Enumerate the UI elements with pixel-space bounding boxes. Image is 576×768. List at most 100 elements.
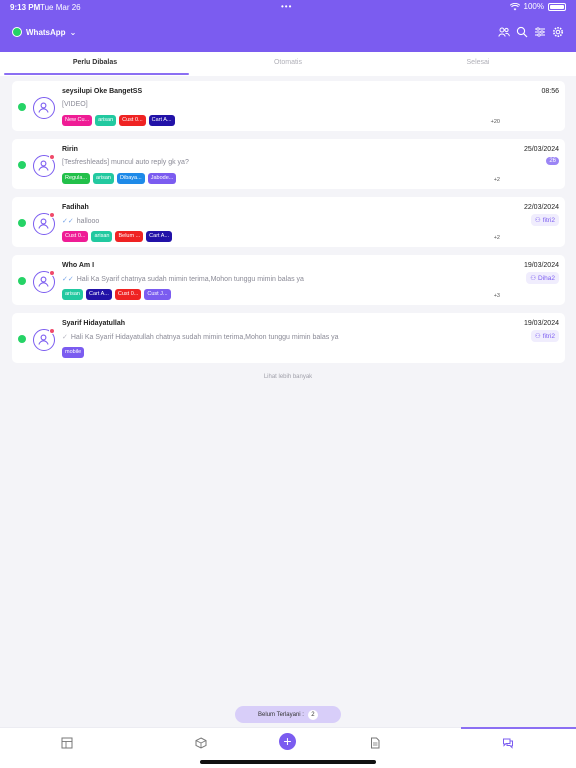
whatsapp-icon [18, 103, 26, 111]
message-time: 19/03/2024 [523, 320, 559, 327]
unread-count-badge: 26 [546, 157, 559, 165]
battery-text: 100% [523, 2, 544, 11]
multitask-dots[interactable]: ••• [281, 2, 292, 11]
wifi-icon [509, 2, 520, 10]
load-more-link[interactable]: Lihat lebih banyak [0, 374, 576, 380]
chat-card[interactable]: Syarif Hidayatullah ✓ Hali Ka Syarif Hida… [12, 313, 565, 363]
tag: Jabode... [147, 173, 177, 184]
message-time: 22/03/2024 [523, 204, 559, 211]
message-preview: [Tesfreshleads] muncul auto reply gk ya? [62, 159, 189, 166]
whatsapp-icon [12, 27, 22, 37]
user-icon [38, 276, 49, 287]
notification-dot [49, 154, 55, 160]
tag: arisan [95, 115, 117, 126]
status-right: 100% [509, 2, 566, 11]
more-tags-count: +2 [493, 177, 500, 183]
agent-icon: ⚇ [534, 333, 541, 340]
tag: Cust 0... [119, 115, 146, 126]
whatsapp-icon [18, 335, 26, 343]
whatsapp-icon [18, 219, 26, 227]
preview-text: Hali Ka Syarif Hidayatullah chatnya suda… [70, 333, 339, 341]
document-icon[interactable] [369, 737, 381, 749]
status-date: Tue Mar 26 [40, 3, 81, 12]
chat-card[interactable]: Who Am I ✓✓ Hali Ka Syarif chatnya sudah … [12, 255, 565, 305]
tag-list: Regula... arisan Dibaya... Jabode... [62, 173, 177, 184]
chat-card[interactable]: Ririn [Tesfreshleads] muncul auto reply … [12, 139, 565, 189]
tag: arisan [91, 231, 113, 242]
tag: arisan [62, 289, 83, 300]
tab-otomatis[interactable]: Otomatis [193, 59, 383, 66]
message-preview: ✓✓ Hali Ka Syarif chatnya sudah mimin ter… [62, 275, 304, 284]
preview-text: [VIDEO] [62, 101, 88, 108]
assigned-agent: ⚇ fitri2 [530, 330, 559, 342]
agent-icon: ⚇ [534, 217, 541, 224]
double-check-icon: ✓✓ [62, 218, 74, 225]
contact-name: seysilupi Oke BangetSS [62, 88, 143, 95]
tab-selesai[interactable]: Selesai [383, 59, 573, 66]
top-actions [498, 26, 564, 38]
check-icon: ✓ [62, 334, 68, 341]
plus-icon[interactable]: + [279, 733, 296, 750]
tab-perlu-dibalas[interactable]: Perlu Dibalas [0, 59, 190, 66]
tag: mobile [62, 347, 85, 358]
top-bar: 9:13 PM Tue Mar 26 ••• 100% WhatsApp ⌄ [0, 0, 576, 52]
tag: Cart A... [148, 115, 175, 126]
message-time: 25/03/2024 [523, 146, 559, 153]
tag-list: mobile [62, 347, 85, 358]
chat-card[interactable]: seysilupi Oke BangetSS [VIDEO] New Cu...… [12, 81, 565, 131]
filter-icon[interactable] [534, 26, 546, 38]
agent-name: Diha2 [538, 274, 555, 282]
agent-name: fitri2 [542, 216, 555, 224]
chat-card[interactable]: Fadihah ✓✓ hallooo Cust 0... arisan Belum… [12, 197, 565, 247]
message-preview: ✓ Hali Ka Syarif Hidayatullah chatnya sud… [62, 333, 339, 342]
contact-name: Syarif Hidayatullah [62, 320, 126, 327]
double-check-icon: ✓✓ [62, 276, 74, 283]
assigned-agent: ⚇ fitri2 [530, 214, 559, 226]
unserved-label: Belum Terlayani : [258, 711, 304, 718]
contact-name: Fadihah [62, 204, 89, 211]
status-time: 9:13 PM [10, 3, 41, 12]
tag: Belum ... [115, 231, 144, 242]
chat-icon[interactable] [502, 737, 514, 749]
message-time: 08:56 [541, 88, 559, 95]
preview-text: [Tesfreshleads] muncul auto reply gk ya? [62, 159, 189, 166]
user-icon [38, 160, 49, 171]
app-switcher[interactable]: WhatsApp ⌄ [12, 27, 76, 37]
unserved-count: 2 [307, 709, 318, 720]
unserved-pill[interactable]: Belum Terlayani : 2 [235, 706, 341, 723]
tag: Regula... [62, 173, 91, 184]
message-preview: ✓✓ hallooo [62, 217, 100, 226]
user-icon [38, 218, 49, 229]
users-icon[interactable] [498, 26, 510, 38]
tag: Dibaya... [117, 173, 145, 184]
tag: Cust 0... [62, 231, 89, 242]
more-tags-count: +20 [490, 119, 500, 125]
search-icon[interactable] [516, 26, 528, 38]
status-bar: 9:13 PM Tue Mar 26 ••• 100% [0, 0, 576, 14]
message-preview: [VIDEO] [62, 101, 88, 108]
user-icon [38, 334, 49, 345]
message-time: 19/03/2024 [523, 262, 559, 269]
preview-text: hallooo [76, 217, 100, 225]
tag-list: arisan Cart A... Cust 0... Cust J... [62, 289, 171, 300]
tag: Cart A... [85, 289, 112, 300]
agent-icon: ⚇ [530, 275, 537, 282]
box-icon[interactable] [195, 737, 207, 749]
tag: Cart A... [146, 231, 173, 242]
app-name: WhatsApp [26, 27, 66, 37]
dashboard-icon[interactable] [61, 737, 73, 749]
assigned-agent: ⚇ Diha2 [526, 272, 559, 284]
contact-name: Who Am I [62, 262, 95, 269]
whatsapp-icon [18, 161, 26, 169]
active-tab-indicator [4, 73, 189, 75]
home-indicator [200, 760, 376, 764]
notification-dot [49, 328, 55, 334]
tag: New Cu... [62, 115, 93, 126]
active-nav-indicator [461, 727, 576, 729]
notification-dot [49, 270, 55, 276]
tag-list: Cust 0... arisan Belum ... Cart A... [62, 231, 173, 242]
gear-icon[interactable] [552, 26, 564, 38]
more-tags-count: +3 [493, 293, 500, 299]
preview-text: Hali Ka Syarif chatnya sudah mimin terim… [76, 275, 304, 283]
battery-icon [548, 2, 566, 11]
